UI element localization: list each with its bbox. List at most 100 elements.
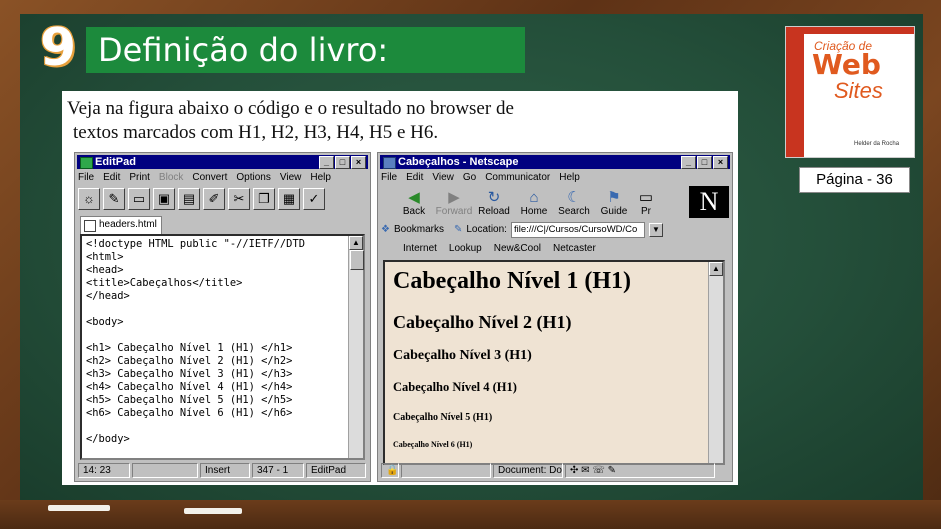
back-arrow-icon: ◀ <box>408 188 420 206</box>
close-button[interactable]: × <box>351 156 366 169</box>
location-dropdown-icon[interactable]: ▼ <box>648 223 663 237</box>
editpad-menubar: File Edit Print Block Convert Options Vi… <box>78 171 367 185</box>
maximize-button[interactable]: □ <box>335 156 350 169</box>
status-text: Document: Do <box>493 463 563 478</box>
search-icon: ☾ <box>567 188 581 206</box>
bookmarks-button[interactable]: Bookmarks <box>394 221 444 239</box>
code-line: <h3> Cabeçalho Nível 3 (H1) </h3> <box>86 368 293 380</box>
menu-file[interactable]: File <box>78 171 94 185</box>
code-editor[interactable]: <!doctype HTML public "-//IETF//DTD <html… <box>80 234 365 460</box>
menu-go[interactable]: Go <box>463 171 476 185</box>
lookup-button[interactable]: Lookup <box>449 241 482 257</box>
cut-icon[interactable]: ✂ <box>228 188 250 210</box>
menu-communicator[interactable]: Communicator <box>485 171 550 185</box>
caption-line-1: Veja na figura abaixo o código e o resul… <box>67 98 514 119</box>
book-cover: Criação de Web Sites Helder da Rocha <box>785 26 915 158</box>
menu-edit[interactable]: Edit <box>103 171 120 185</box>
netscape-title: Cabeçalhos - Netscape <box>398 156 519 168</box>
editpad-app-icon <box>80 157 93 169</box>
code-line: <h5> Cabeçalho Nível 5 (H1) </h5> <box>86 394 293 406</box>
code-line: <body> <box>86 316 124 328</box>
open-folder-icon[interactable]: ▭ <box>128 188 150 210</box>
netscape-nav-toolbar: ◀ Back ▶ Forward ↻ Reload ⌂ Home ☾ Search ⚑ Gu… <box>381 186 729 220</box>
forward-button[interactable]: ▶ Forward <box>435 189 473 217</box>
close-button[interactable]: × <box>713 156 728 169</box>
menu-block[interactable]: Block <box>159 171 183 185</box>
location-input[interactable]: file:///C|/Cursos/CursoWD/Co <box>510 222 645 238</box>
code-line: </body> <box>86 433 130 445</box>
book-spine <box>786 27 804 157</box>
save-all-icon[interactable]: ▤ <box>178 188 200 210</box>
menu-view[interactable]: View <box>280 171 302 185</box>
slide-title-bar: Definição do livro: <box>86 27 525 73</box>
menu-options[interactable]: Options <box>236 171 270 185</box>
menu-print[interactable]: Print <box>129 171 150 185</box>
reload-button[interactable]: ↻ Reload <box>475 189 513 217</box>
print-button[interactable]: ▭ Pr <box>635 189 657 217</box>
netscape-app-icon <box>383 157 396 169</box>
status-position: 14: 23 <box>78 463 130 478</box>
new-file-icon[interactable]: ☼ <box>78 188 100 210</box>
minimize-button[interactable]: _ <box>319 156 334 169</box>
netcaster-button[interactable]: Netcaster <box>553 241 596 257</box>
guide-button[interactable]: ⚑ Guide <box>595 189 633 217</box>
chalk-piece <box>184 508 242 514</box>
internet-button[interactable]: Internet <box>403 241 437 257</box>
netscape-menubar: File Edit View Go Communicator Help <box>381 171 729 185</box>
code-line: <h2> Cabeçalho Nível 2 (H1) </h2> <box>86 355 293 367</box>
scroll-up-arrow[interactable]: ▲ <box>349 236 363 250</box>
location-icon: ✎ <box>453 224 463 235</box>
editpad-title: EditPad <box>95 156 136 168</box>
heading-h2: Cabeçalho Nível 2 (H1) <box>393 312 572 332</box>
slide-title: Definição do livro: <box>98 31 389 69</box>
scroll-up-arrow[interactable]: ▲ <box>709 262 723 276</box>
chalk-piece <box>48 505 110 511</box>
status-progress <box>401 463 491 478</box>
scroll-thumb[interactable] <box>350 250 364 270</box>
status-app: EditPad <box>306 463 366 478</box>
newcool-button[interactable]: New&Cool <box>494 241 541 257</box>
menu-edit[interactable]: Edit <box>406 171 423 185</box>
maximize-button[interactable]: □ <box>697 156 712 169</box>
search-button[interactable]: ☾ Search <box>555 188 593 217</box>
menu-help[interactable]: Help <box>310 171 331 185</box>
slide-number: 9 <box>40 18 77 78</box>
save-icon[interactable]: ▣ <box>153 188 175 210</box>
highlight-icon[interactable]: ✓ <box>303 188 325 210</box>
status-count: 347 - 1 <box>252 463 304 478</box>
status-empty <box>132 463 198 478</box>
code-line: <h4> Cabeçalho Nível 4 (H1) </h4> <box>86 381 293 393</box>
tab-label: headers.html <box>99 219 157 230</box>
editpad-window: EditPad _ □ × File Edit Print Block Conv… <box>74 152 371 482</box>
book-title-line3: Sites <box>834 78 883 103</box>
editor-scrollbar[interactable]: ▲ <box>348 236 364 458</box>
tab-headers-html[interactable]: headers.html <box>80 216 162 234</box>
location-toolbar: ❖ Bookmarks ✎ Location: file:///C|/Curso… <box>381 221 729 239</box>
menu-file[interactable]: File <box>381 171 397 185</box>
editpad-toolbar: ☼ ✎ ▭ ▣ ▤ ✐ ✂ ❐ ▦ ✓ <box>78 186 367 212</box>
menu-help[interactable]: Help <box>559 171 580 185</box>
minimize-button[interactable]: _ <box>681 156 696 169</box>
back-button[interactable]: ◀ Back <box>395 188 433 217</box>
caption-line-2: textos marcados com H1, H2, H3, H4, H5 e… <box>73 122 439 143</box>
status-mode: Insert <box>200 463 250 478</box>
menu-convert[interactable]: Convert <box>192 171 227 185</box>
home-icon: ⌂ <box>529 188 539 206</box>
paste-icon[interactable]: ▦ <box>278 188 300 210</box>
eraser-icon[interactable]: ✐ <box>203 188 225 210</box>
new-window-icon[interactable]: ✎ <box>103 188 125 210</box>
menu-view[interactable]: View <box>432 171 454 185</box>
netscape-logo-icon: N <box>689 186 729 218</box>
home-button[interactable]: ⌂ Home <box>515 188 553 217</box>
book-title-line2: Web <box>812 48 881 81</box>
copy-icon[interactable]: ❐ <box>253 188 275 210</box>
chalk-ledge <box>0 500 941 529</box>
page-scrollbar[interactable]: ▲ <box>708 262 723 463</box>
heading-h1: Cabeçalho Nível 1 (H1) <box>393 268 631 294</box>
code-text: <!doctype HTML public "-//IETF//DTD <html… <box>82 236 363 448</box>
page-view: Cabeçalho Nível 1 (H1) Cabeçalho Nível 2… <box>383 260 725 465</box>
code-line: <h1> Cabeçalho Nível 1 (H1) </h1> <box>86 342 293 354</box>
